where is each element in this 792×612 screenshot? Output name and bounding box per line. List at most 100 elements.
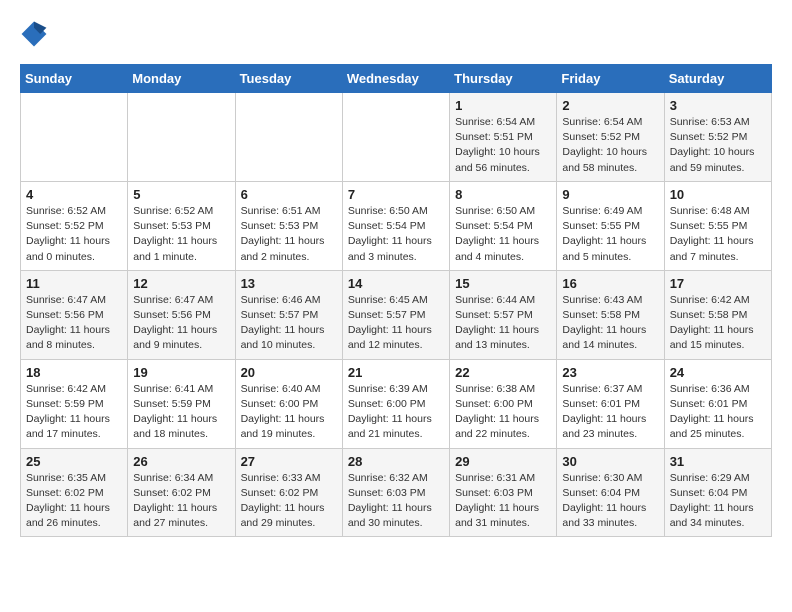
day-number: 24 [670, 365, 766, 380]
day-info: Sunrise: 6:52 AM Sunset: 5:52 PM Dayligh… [26, 204, 122, 265]
day-info: Sunrise: 6:32 AM Sunset: 6:03 PM Dayligh… [348, 471, 444, 532]
calendar-cell: 7 Sunrise: 6:50 AM Sunset: 5:54 PM Daylig… [342, 181, 449, 270]
day-number: 26 [133, 454, 229, 469]
day-info: Sunrise: 6:50 AM Sunset: 5:54 PM Dayligh… [348, 204, 444, 265]
day-number: 27 [241, 454, 337, 469]
day-info: Sunrise: 6:52 AM Sunset: 5:53 PM Dayligh… [133, 204, 229, 265]
day-number: 28 [348, 454, 444, 469]
day-number: 7 [348, 187, 444, 202]
calendar-cell: 15Sunrise: 6:44 AM Sunset: 5:57 PM Dayli… [450, 270, 557, 359]
day-number: 18 [26, 365, 122, 380]
calendar-cell: 26 Sunrise: 6:34 AM Sunset: 6:02 PM Dayli… [128, 448, 235, 537]
calendar-header-row: SundayMondayTuesdayWednesdayThursdayFrid… [21, 65, 772, 93]
day-number: 4 [26, 187, 122, 202]
calendar-cell: 22 Sunrise: 6:38 AM Sunset: 6:00 PM Dayli… [450, 359, 557, 448]
day-info: Sunrise: 6:43 AM Sunset: 5:58 PM Dayligh… [562, 293, 658, 354]
weekday-header-wednesday: Wednesday [342, 65, 449, 93]
calendar-cell: 2 Sunrise: 6:54 AM Sunset: 5:52 PM Daylig… [557, 93, 664, 182]
calendar-cell [235, 93, 342, 182]
day-info: Sunrise: 6:48 AM Sunset: 5:55 PM Dayligh… [670, 204, 766, 265]
day-number: 2 [562, 98, 658, 113]
calendar-table: SundayMondayTuesdayWednesdayThursdayFrid… [20, 64, 772, 537]
day-number: 11 [26, 276, 122, 291]
weekday-header-tuesday: Tuesday [235, 65, 342, 93]
day-info: Sunrise: 6:39 AM Sunset: 6:00 PM Dayligh… [348, 382, 444, 443]
calendar-cell: 30 Sunrise: 6:30 AM Sunset: 6:04 PM Dayli… [557, 448, 664, 537]
weekday-header-saturday: Saturday [664, 65, 771, 93]
day-number: 9 [562, 187, 658, 202]
calendar-cell: 17 Sunrise: 6:42 AM Sunset: 5:58 PM Dayli… [664, 270, 771, 359]
calendar-cell: 4 Sunrise: 6:52 AM Sunset: 5:52 PM Daylig… [21, 181, 128, 270]
day-info: Sunrise: 6:38 AM Sunset: 6:00 PM Dayligh… [455, 382, 551, 443]
day-number: 5 [133, 187, 229, 202]
calendar-week-row: 11 Sunrise: 6:47 AM Sunset: 5:56 PM Dayli… [21, 270, 772, 359]
calendar-week-row: 4 Sunrise: 6:52 AM Sunset: 5:52 PM Daylig… [21, 181, 772, 270]
day-number: 6 [241, 187, 337, 202]
calendar-cell: 23 Sunrise: 6:37 AM Sunset: 6:01 PM Dayli… [557, 359, 664, 448]
calendar-cell: 18Sunrise: 6:42 AM Sunset: 5:59 PM Dayli… [21, 359, 128, 448]
day-number: 23 [562, 365, 658, 380]
day-info: Sunrise: 6:29 AM Sunset: 6:04 PM Dayligh… [670, 471, 766, 532]
day-info: Sunrise: 6:31 AM Sunset: 6:03 PM Dayligh… [455, 471, 551, 532]
calendar-cell: 13Sunrise: 6:46 AM Sunset: 5:57 PM Dayli… [235, 270, 342, 359]
day-info: Sunrise: 6:49 AM Sunset: 5:55 PM Dayligh… [562, 204, 658, 265]
calendar-cell: 3 Sunrise: 6:53 AM Sunset: 5:52 PM Daylig… [664, 93, 771, 182]
day-number: 13 [241, 276, 337, 291]
calendar-cell: 20Sunrise: 6:40 AM Sunset: 6:00 PM Dayli… [235, 359, 342, 448]
day-info: Sunrise: 6:47 AM Sunset: 5:56 PM Dayligh… [26, 293, 122, 354]
day-number: 14 [348, 276, 444, 291]
calendar-cell: 10 Sunrise: 6:48 AM Sunset: 5:55 PM Dayli… [664, 181, 771, 270]
day-info: Sunrise: 6:35 AM Sunset: 6:02 PM Dayligh… [26, 471, 122, 532]
day-info: Sunrise: 6:36 AM Sunset: 6:01 PM Dayligh… [670, 382, 766, 443]
day-info: Sunrise: 6:34 AM Sunset: 6:02 PM Dayligh… [133, 471, 229, 532]
weekday-header-sunday: Sunday [21, 65, 128, 93]
calendar-cell: 31 Sunrise: 6:29 AM Sunset: 6:04 PM Dayli… [664, 448, 771, 537]
day-info: Sunrise: 6:40 AM Sunset: 6:00 PM Dayligh… [241, 382, 337, 443]
day-number: 22 [455, 365, 551, 380]
day-number: 29 [455, 454, 551, 469]
weekday-header-thursday: Thursday [450, 65, 557, 93]
calendar-cell [342, 93, 449, 182]
day-number: 17 [670, 276, 766, 291]
day-info: Sunrise: 6:54 AM Sunset: 5:51 PM Dayligh… [455, 115, 551, 176]
calendar-cell: 6 Sunrise: 6:51 AM Sunset: 5:53 PM Daylig… [235, 181, 342, 270]
calendar-cell: 9 Sunrise: 6:49 AM Sunset: 5:55 PM Daylig… [557, 181, 664, 270]
calendar-cell: 14 Sunrise: 6:45 AM Sunset: 5:57 PM Dayli… [342, 270, 449, 359]
calendar-cell: 11 Sunrise: 6:47 AM Sunset: 5:56 PM Dayli… [21, 270, 128, 359]
weekday-header-monday: Monday [128, 65, 235, 93]
day-info: Sunrise: 6:50 AM Sunset: 5:54 PM Dayligh… [455, 204, 551, 265]
day-info: Sunrise: 6:30 AM Sunset: 6:04 PM Dayligh… [562, 471, 658, 532]
calendar-cell [128, 93, 235, 182]
day-info: Sunrise: 6:45 AM Sunset: 5:57 PM Dayligh… [348, 293, 444, 354]
weekday-header-friday: Friday [557, 65, 664, 93]
calendar-cell: 8 Sunrise: 6:50 AM Sunset: 5:54 PM Daylig… [450, 181, 557, 270]
calendar-cell: 28 Sunrise: 6:32 AM Sunset: 6:03 PM Dayli… [342, 448, 449, 537]
logo [20, 20, 52, 48]
logo-icon [20, 20, 48, 48]
calendar-body: 1Sunrise: 6:54 AM Sunset: 5:51 PM Daylig… [21, 93, 772, 537]
calendar-cell: 27 Sunrise: 6:33 AM Sunset: 6:02 PM Dayli… [235, 448, 342, 537]
day-info: Sunrise: 6:42 AM Sunset: 5:58 PM Dayligh… [670, 293, 766, 354]
day-info: Sunrise: 6:53 AM Sunset: 5:52 PM Dayligh… [670, 115, 766, 176]
day-number: 30 [562, 454, 658, 469]
day-number: 10 [670, 187, 766, 202]
calendar-week-row: 1Sunrise: 6:54 AM Sunset: 5:51 PM Daylig… [21, 93, 772, 182]
day-info: Sunrise: 6:47 AM Sunset: 5:56 PM Dayligh… [133, 293, 229, 354]
day-info: Sunrise: 6:54 AM Sunset: 5:52 PM Dayligh… [562, 115, 658, 176]
page-header [20, 20, 772, 48]
calendar-cell [21, 93, 128, 182]
day-number: 3 [670, 98, 766, 113]
day-info: Sunrise: 6:41 AM Sunset: 5:59 PM Dayligh… [133, 382, 229, 443]
calendar-cell: 21 Sunrise: 6:39 AM Sunset: 6:00 PM Dayli… [342, 359, 449, 448]
day-number: 8 [455, 187, 551, 202]
day-info: Sunrise: 6:37 AM Sunset: 6:01 PM Dayligh… [562, 382, 658, 443]
day-number: 31 [670, 454, 766, 469]
day-info: Sunrise: 6:33 AM Sunset: 6:02 PM Dayligh… [241, 471, 337, 532]
calendar-cell: 24 Sunrise: 6:36 AM Sunset: 6:01 PM Dayli… [664, 359, 771, 448]
day-number: 21 [348, 365, 444, 380]
calendar-cell: 29 Sunrise: 6:31 AM Sunset: 6:03 PM Dayli… [450, 448, 557, 537]
day-info: Sunrise: 6:51 AM Sunset: 5:53 PM Dayligh… [241, 204, 337, 265]
calendar-week-row: 25Sunrise: 6:35 AM Sunset: 6:02 PM Dayli… [21, 448, 772, 537]
day-number: 12 [133, 276, 229, 291]
calendar-week-row: 18Sunrise: 6:42 AM Sunset: 5:59 PM Dayli… [21, 359, 772, 448]
